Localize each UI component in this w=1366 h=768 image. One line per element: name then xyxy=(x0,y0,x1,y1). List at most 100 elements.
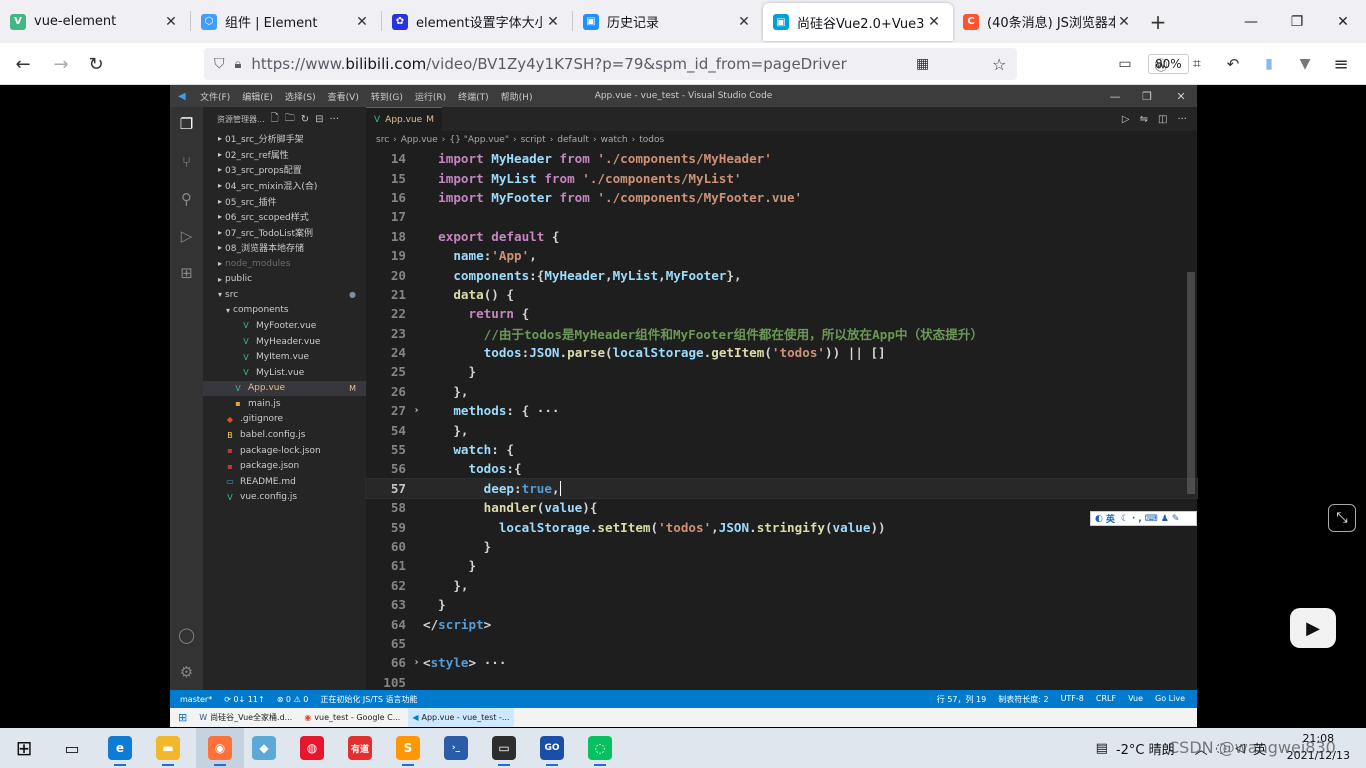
tree-item[interactable]: ◆ .gitignore xyxy=(203,412,366,428)
taskbar-app-sublime[interactable]: S xyxy=(384,728,432,768)
tree-item[interactable]: Bbabel.config.js xyxy=(203,427,366,443)
undo-icon[interactable]: ↶ xyxy=(1220,51,1246,77)
vscode-menu-item[interactable]: 终端(T) xyxy=(458,90,489,103)
taskbar-app-wechat[interactable]: ◌ xyxy=(576,728,624,768)
taskbar-app-terminal[interactable]: ▭ xyxy=(480,728,528,768)
taskbar-app-firefox[interactable]: ◉ xyxy=(196,728,244,768)
shield-icon[interactable]: ⛉ xyxy=(214,56,225,72)
code-line[interactable]: 66 › <style> ··· xyxy=(366,653,1197,672)
breadcrumb-item[interactable]: todos xyxy=(639,135,664,145)
tree-item[interactable]: V App.vue M xyxy=(203,380,366,397)
tree-item[interactable]: ▸▪06_src_scoped样式 xyxy=(203,209,366,225)
tab-close-icon[interactable]: ✕ xyxy=(735,14,753,30)
search-icon[interactable]: ⚲ xyxy=(174,186,199,211)
taskbar-app-powershell[interactable]: ›_ xyxy=(432,728,480,768)
pip-icon[interactable]: ⤡ xyxy=(1328,504,1356,532)
extensions-icon[interactable]: ⊞ xyxy=(174,260,199,285)
vscode-menu-item[interactable]: 查看(V) xyxy=(328,90,359,103)
taskbar-app-edge[interactable]: e xyxy=(96,728,144,768)
more-icon[interactable]: ··· xyxy=(329,114,339,125)
tree-item[interactable]: ▸▪04_src_mixin混入(合) xyxy=(203,178,366,194)
start-icon[interactable]: ⊞ xyxy=(0,728,48,768)
vscode-minimize-icon[interactable]: — xyxy=(1099,85,1131,107)
tree-item[interactable]: ▪ package.json xyxy=(203,458,366,474)
tree-item[interactable]: ▸▪07_src_TodoList案例 xyxy=(203,225,366,241)
tree-item[interactable]: V MyList.vue xyxy=(203,365,366,381)
taskbar-app-goland[interactable]: GO xyxy=(528,728,576,768)
tab-close-icon[interactable]: ✕ xyxy=(353,14,371,30)
task-view-icon[interactable]: ▭ xyxy=(48,728,96,768)
status-position[interactable]: 行 57，列 19 xyxy=(937,694,986,705)
tab-close-icon[interactable]: ✕ xyxy=(544,14,562,30)
code-line[interactable]: 25 } xyxy=(366,362,1197,381)
tree-item[interactable]: V MyHeader.vue xyxy=(203,334,366,350)
code-line[interactable]: 14 import MyHeader from './components/My… xyxy=(366,149,1197,168)
browser-tab[interactable]: ▣ 历史记录 ✕ xyxy=(573,0,763,43)
source-control-icon[interactable]: ⑂ xyxy=(174,149,199,174)
tab-close-icon[interactable]: ✕ xyxy=(162,14,180,30)
status-indent[interactable]: 制表符长度: 2 xyxy=(998,694,1048,705)
lock-icon[interactable]: 🔒︎ xyxy=(235,57,242,72)
collapse-icon[interactable]: ⊟ xyxy=(315,114,323,125)
taskbar-app-youdao[interactable]: 有道 xyxy=(336,728,384,768)
close-icon[interactable]: ✕ xyxy=(1320,0,1366,43)
refresh-icon[interactable]: ↻ xyxy=(301,114,309,125)
tree-item[interactable]: ▪ package-lock.json xyxy=(203,443,366,459)
crop-icon[interactable]: ⌗ xyxy=(1184,51,1210,77)
code-line[interactable]: 58 handler(value){ xyxy=(366,498,1197,517)
vscode-menu-item[interactable]: 转到(G) xyxy=(371,90,403,103)
ime-toolbar[interactable]: ◐ 英 ☾·,⌨♟✎ xyxy=(1090,511,1197,526)
fold-icon[interactable]: › xyxy=(410,657,423,668)
run-debug-icon[interactable]: ▷ xyxy=(174,223,199,248)
editor-tab-app-vue[interactable]: V App.vue M xyxy=(366,107,442,131)
tree-item[interactable]: ▸▪02_src_ref属性 xyxy=(203,147,366,163)
code-line[interactable]: 17 xyxy=(366,207,1197,226)
taskbar-app-notes[interactable]: ◆ xyxy=(240,728,288,768)
bookmark-star-icon[interactable]: ☆ xyxy=(992,55,1006,74)
editor-scrollbar[interactable] xyxy=(1187,272,1195,494)
tree-item[interactable]: ▸▪01_src_分析脚手架 xyxy=(203,131,366,147)
explorer-icon[interactable]: ❐ xyxy=(174,111,199,136)
vscode-menu-item[interactable]: 选择(S) xyxy=(285,90,316,103)
vscode-menu-item[interactable]: 文件(F) xyxy=(200,90,230,103)
tree-item[interactable]: Vvue.config.js xyxy=(203,490,366,506)
tree-item[interactable]: ▪ main.js xyxy=(203,396,366,412)
code-line[interactable]: 22 return { xyxy=(366,304,1197,323)
menu-icon[interactable]: ≡ xyxy=(1328,51,1354,77)
taskbar-app-explorer[interactable]: ▬ xyxy=(144,728,192,768)
url-bar[interactable]: ⛉ 🔒︎ https://www.bilibili.com/video/BV1Z… xyxy=(204,48,1189,80)
w-extension-icon[interactable]: Ⓦ xyxy=(1148,51,1174,77)
breadcrumb-item[interactable]: App.vue xyxy=(401,135,438,145)
status-golive[interactable]: Go Live xyxy=(1155,694,1185,705)
code-line[interactable]: 56 todos:{ xyxy=(366,459,1197,478)
browser-tab[interactable]: ▣ 尚硅谷Vue2.0+Vue3.0全✕ xyxy=(763,3,953,41)
code-line[interactable]: 59 localStorage.setItem('todos',JSON.str… xyxy=(366,517,1197,536)
code-line[interactable]: 65 xyxy=(366,634,1197,653)
reload-icon[interactable]: ↻ xyxy=(83,51,109,77)
code-line[interactable]: 18 export default { xyxy=(366,227,1197,246)
status-language[interactable]: Vue xyxy=(1128,694,1143,705)
weather-icon[interactable]: ▤ xyxy=(1096,741,1108,756)
vscode-menu-item[interactable]: 帮助(H) xyxy=(501,90,533,103)
code-line[interactable]: 16 import MyFooter from './components/My… xyxy=(366,188,1197,207)
breadcrumb-item[interactable]: script xyxy=(521,135,546,145)
back-icon[interactable]: ← xyxy=(10,51,36,77)
code-line[interactable]: 24 todos:JSON.parse(localStorage.getItem… xyxy=(366,343,1197,362)
vscode-restore-icon[interactable]: ❐ xyxy=(1131,85,1163,107)
vue-devtools-icon[interactable]: ▼ xyxy=(1292,51,1318,77)
split-editor-icon[interactable]: ◫ xyxy=(1158,114,1167,125)
fold-icon[interactable]: › xyxy=(410,405,423,416)
new-file-icon[interactable]: 🗋︎ xyxy=(271,111,279,128)
status-sync[interactable]: ⟳ 0↓ 11↑ xyxy=(224,695,264,704)
browser-tab[interactable]: Vvue-element ✕ xyxy=(0,0,190,43)
vscode-close-icon[interactable]: ✕ xyxy=(1165,85,1197,107)
taskbar-app-weibo[interactable]: ◍ xyxy=(288,728,336,768)
restore-icon[interactable]: ❐ xyxy=(1274,0,1320,43)
status-encoding[interactable]: UTF-8 xyxy=(1061,694,1084,705)
code-editor[interactable]: 14 import MyHeader from './components/My… xyxy=(365,149,1198,692)
code-line[interactable]: 26 }, xyxy=(366,382,1197,401)
breadcrumb-item[interactable]: default xyxy=(557,135,589,145)
code-line[interactable]: 27 › methods: { ··· xyxy=(366,401,1197,420)
vscode-menu-item[interactable]: 编辑(E) xyxy=(242,90,273,103)
code-line[interactable]: 20 components:{MyHeader,MyList,MyFooter}… xyxy=(366,265,1197,284)
